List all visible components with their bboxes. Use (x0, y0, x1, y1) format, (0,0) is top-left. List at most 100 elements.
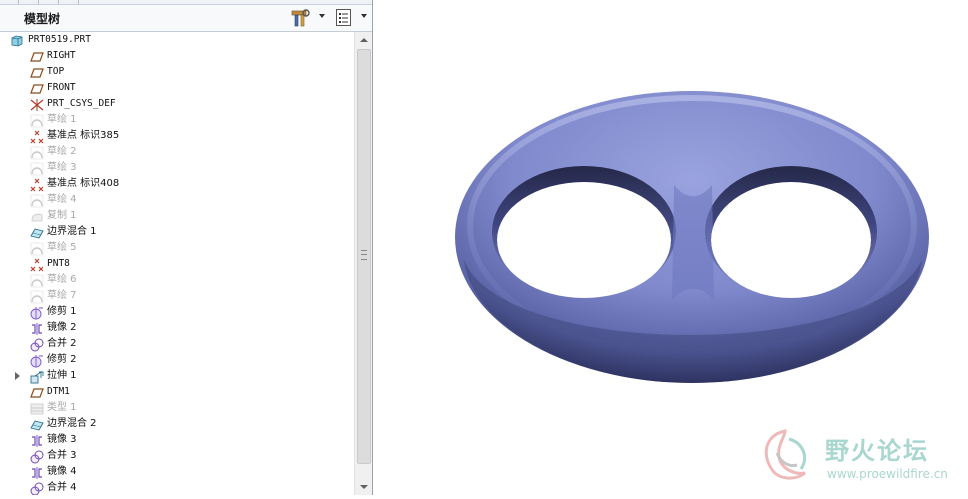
datum-point-icon (30, 129, 44, 144)
datum-plane-icon (30, 65, 44, 79)
pattern-icon (30, 401, 44, 415)
show-dropdown-caret[interactable] (361, 14, 367, 18)
datum-point-icon (30, 257, 44, 272)
tree-item-label: 边界混合 1 (47, 226, 97, 237)
tree-item-label: 拉伸 1 (47, 370, 77, 381)
extrude-icon (30, 369, 44, 384)
sketch-icon (30, 161, 44, 176)
tree-item[interactable]: 草绘 2 (0, 144, 353, 160)
tree-item[interactable]: PNT8 (0, 256, 353, 272)
forum-watermark: 野火论坛 www.proewildfire.cn (755, 425, 965, 487)
model-tree-title: 模型树 (24, 12, 61, 26)
tree-item[interactable]: 拉伸 1 (0, 368, 353, 384)
tree-item-label: 草绘 2 (47, 146, 77, 157)
graphics-viewport[interactable] (374, 0, 968, 495)
tree-item-label: 草绘 3 (47, 162, 77, 173)
tree-item[interactable]: 镜像 2 (0, 320, 353, 336)
tree-item[interactable]: FRONT (0, 80, 353, 96)
datum-plane-icon (30, 385, 44, 399)
tree-item-label: 镜像 4 (47, 466, 77, 477)
tree-item[interactable]: 基准点 标识385 (0, 128, 353, 144)
tree-item[interactable]: TOP (0, 64, 353, 80)
tree-item-label: PNT8 (47, 258, 70, 269)
tree-item-label: 基准点 标识408 (47, 178, 120, 189)
tree-item[interactable]: PRT0519.PRT (0, 32, 353, 48)
tree-item-label: FRONT (47, 82, 76, 93)
mirror-icon (30, 433, 44, 447)
merge-icon (30, 449, 44, 464)
tree-item[interactable]: 类型 1 (0, 400, 353, 416)
tree-item[interactable]: 修剪 2 (0, 352, 353, 368)
boundary-blend-icon (30, 417, 44, 431)
model-3d-surface[interactable] (374, 0, 968, 495)
flame-logo-icon (764, 429, 806, 480)
expand-arrow-icon[interactable] (15, 372, 20, 380)
sketch-icon (30, 273, 44, 288)
tree-item-label: 边界混合 2 (47, 418, 97, 429)
tree-item-label: 类型 1 (47, 402, 77, 413)
watermark-title: 野火论坛 (825, 437, 929, 465)
mirror-icon (30, 465, 44, 479)
tree-item[interactable]: 基准点 标识408 (0, 176, 353, 192)
tree-item[interactable]: 合并 2 (0, 336, 353, 352)
tree-item-label: 合并 4 (47, 482, 77, 493)
tree-item-label: 修剪 2 (47, 354, 77, 365)
tree-item[interactable]: 草绘 7 (0, 288, 353, 304)
datum-plane-icon (30, 81, 44, 95)
tree-item-label: 基准点 标识385 (47, 130, 120, 141)
grip-icon (361, 250, 367, 260)
show-list-button[interactable] (335, 8, 353, 28)
trim-icon (30, 353, 44, 368)
tree-item-label: 合并 2 (47, 338, 77, 349)
tree-item-label: 镜像 3 (47, 434, 77, 445)
tree-scrollbar[interactable] (354, 32, 372, 495)
scroll-down-button[interactable] (355, 479, 372, 495)
tree-item-label: PRT0519.PRT (28, 34, 91, 45)
tree-item[interactable]: 草绘 4 (0, 192, 353, 208)
arrow-up-icon (360, 38, 368, 42)
tree-item-label: 复制 1 (47, 210, 77, 221)
tree-item-label: 合并 3 (47, 450, 77, 461)
tree-item[interactable]: 草绘 3 (0, 160, 353, 176)
show-list-icon (336, 9, 351, 26)
mirror-icon (30, 321, 44, 335)
tree-item[interactable]: 边界混合 1 (0, 224, 353, 240)
tree-item[interactable]: RIGHT (0, 48, 353, 64)
watermark-url: www.proewildfire.cn (827, 467, 948, 481)
tree-item[interactable]: 复制 1 (0, 208, 353, 224)
tree-item[interactable]: 镜像 4 (0, 464, 353, 480)
settings-tools-button[interactable] (291, 8, 311, 28)
tree-item-label: 草绘 7 (47, 290, 77, 301)
sketch-icon (30, 113, 44, 128)
sketch-icon (30, 289, 44, 304)
tree-item[interactable]: 边界混合 2 (0, 416, 353, 432)
copy-icon (30, 209, 44, 223)
tree-item[interactable]: 修剪 1 (0, 304, 353, 320)
tree-item[interactable]: 草绘 6 (0, 272, 353, 288)
datum-plane-icon (30, 49, 44, 63)
merge-icon (30, 337, 44, 352)
tree-item-label: 草绘 4 (47, 194, 77, 205)
scroll-up-button[interactable] (355, 32, 372, 48)
arrow-down-icon (360, 485, 368, 489)
tree-item-label: DTM1 (47, 386, 70, 397)
sketch-icon (30, 193, 44, 208)
boundary-blend-icon (30, 225, 44, 239)
tree-item[interactable]: 镜像 3 (0, 432, 353, 448)
tree-item[interactable]: PRT_CSYS_DEF (0, 96, 353, 112)
settings-dropdown-caret[interactable] (319, 14, 325, 18)
tree-item-label: 草绘 6 (47, 274, 77, 285)
tree-item[interactable]: 合并 3 (0, 448, 353, 464)
tree-item-label: RIGHT (47, 50, 76, 61)
tree-item[interactable]: 草绘 5 (0, 240, 353, 256)
tree-item[interactable]: 草绘 1 (0, 112, 353, 128)
scroll-thumb[interactable] (357, 49, 371, 464)
datum-point-icon (30, 177, 44, 192)
tree-item[interactable]: 合并 4 (0, 480, 353, 495)
merge-icon (30, 481, 44, 495)
part-icon (10, 33, 24, 47)
tree-item-label: TOP (47, 66, 65, 77)
tree-item[interactable]: DTM1 (0, 384, 353, 400)
settings-tools-icon (291, 9, 310, 27)
sketch-icon (30, 241, 44, 256)
